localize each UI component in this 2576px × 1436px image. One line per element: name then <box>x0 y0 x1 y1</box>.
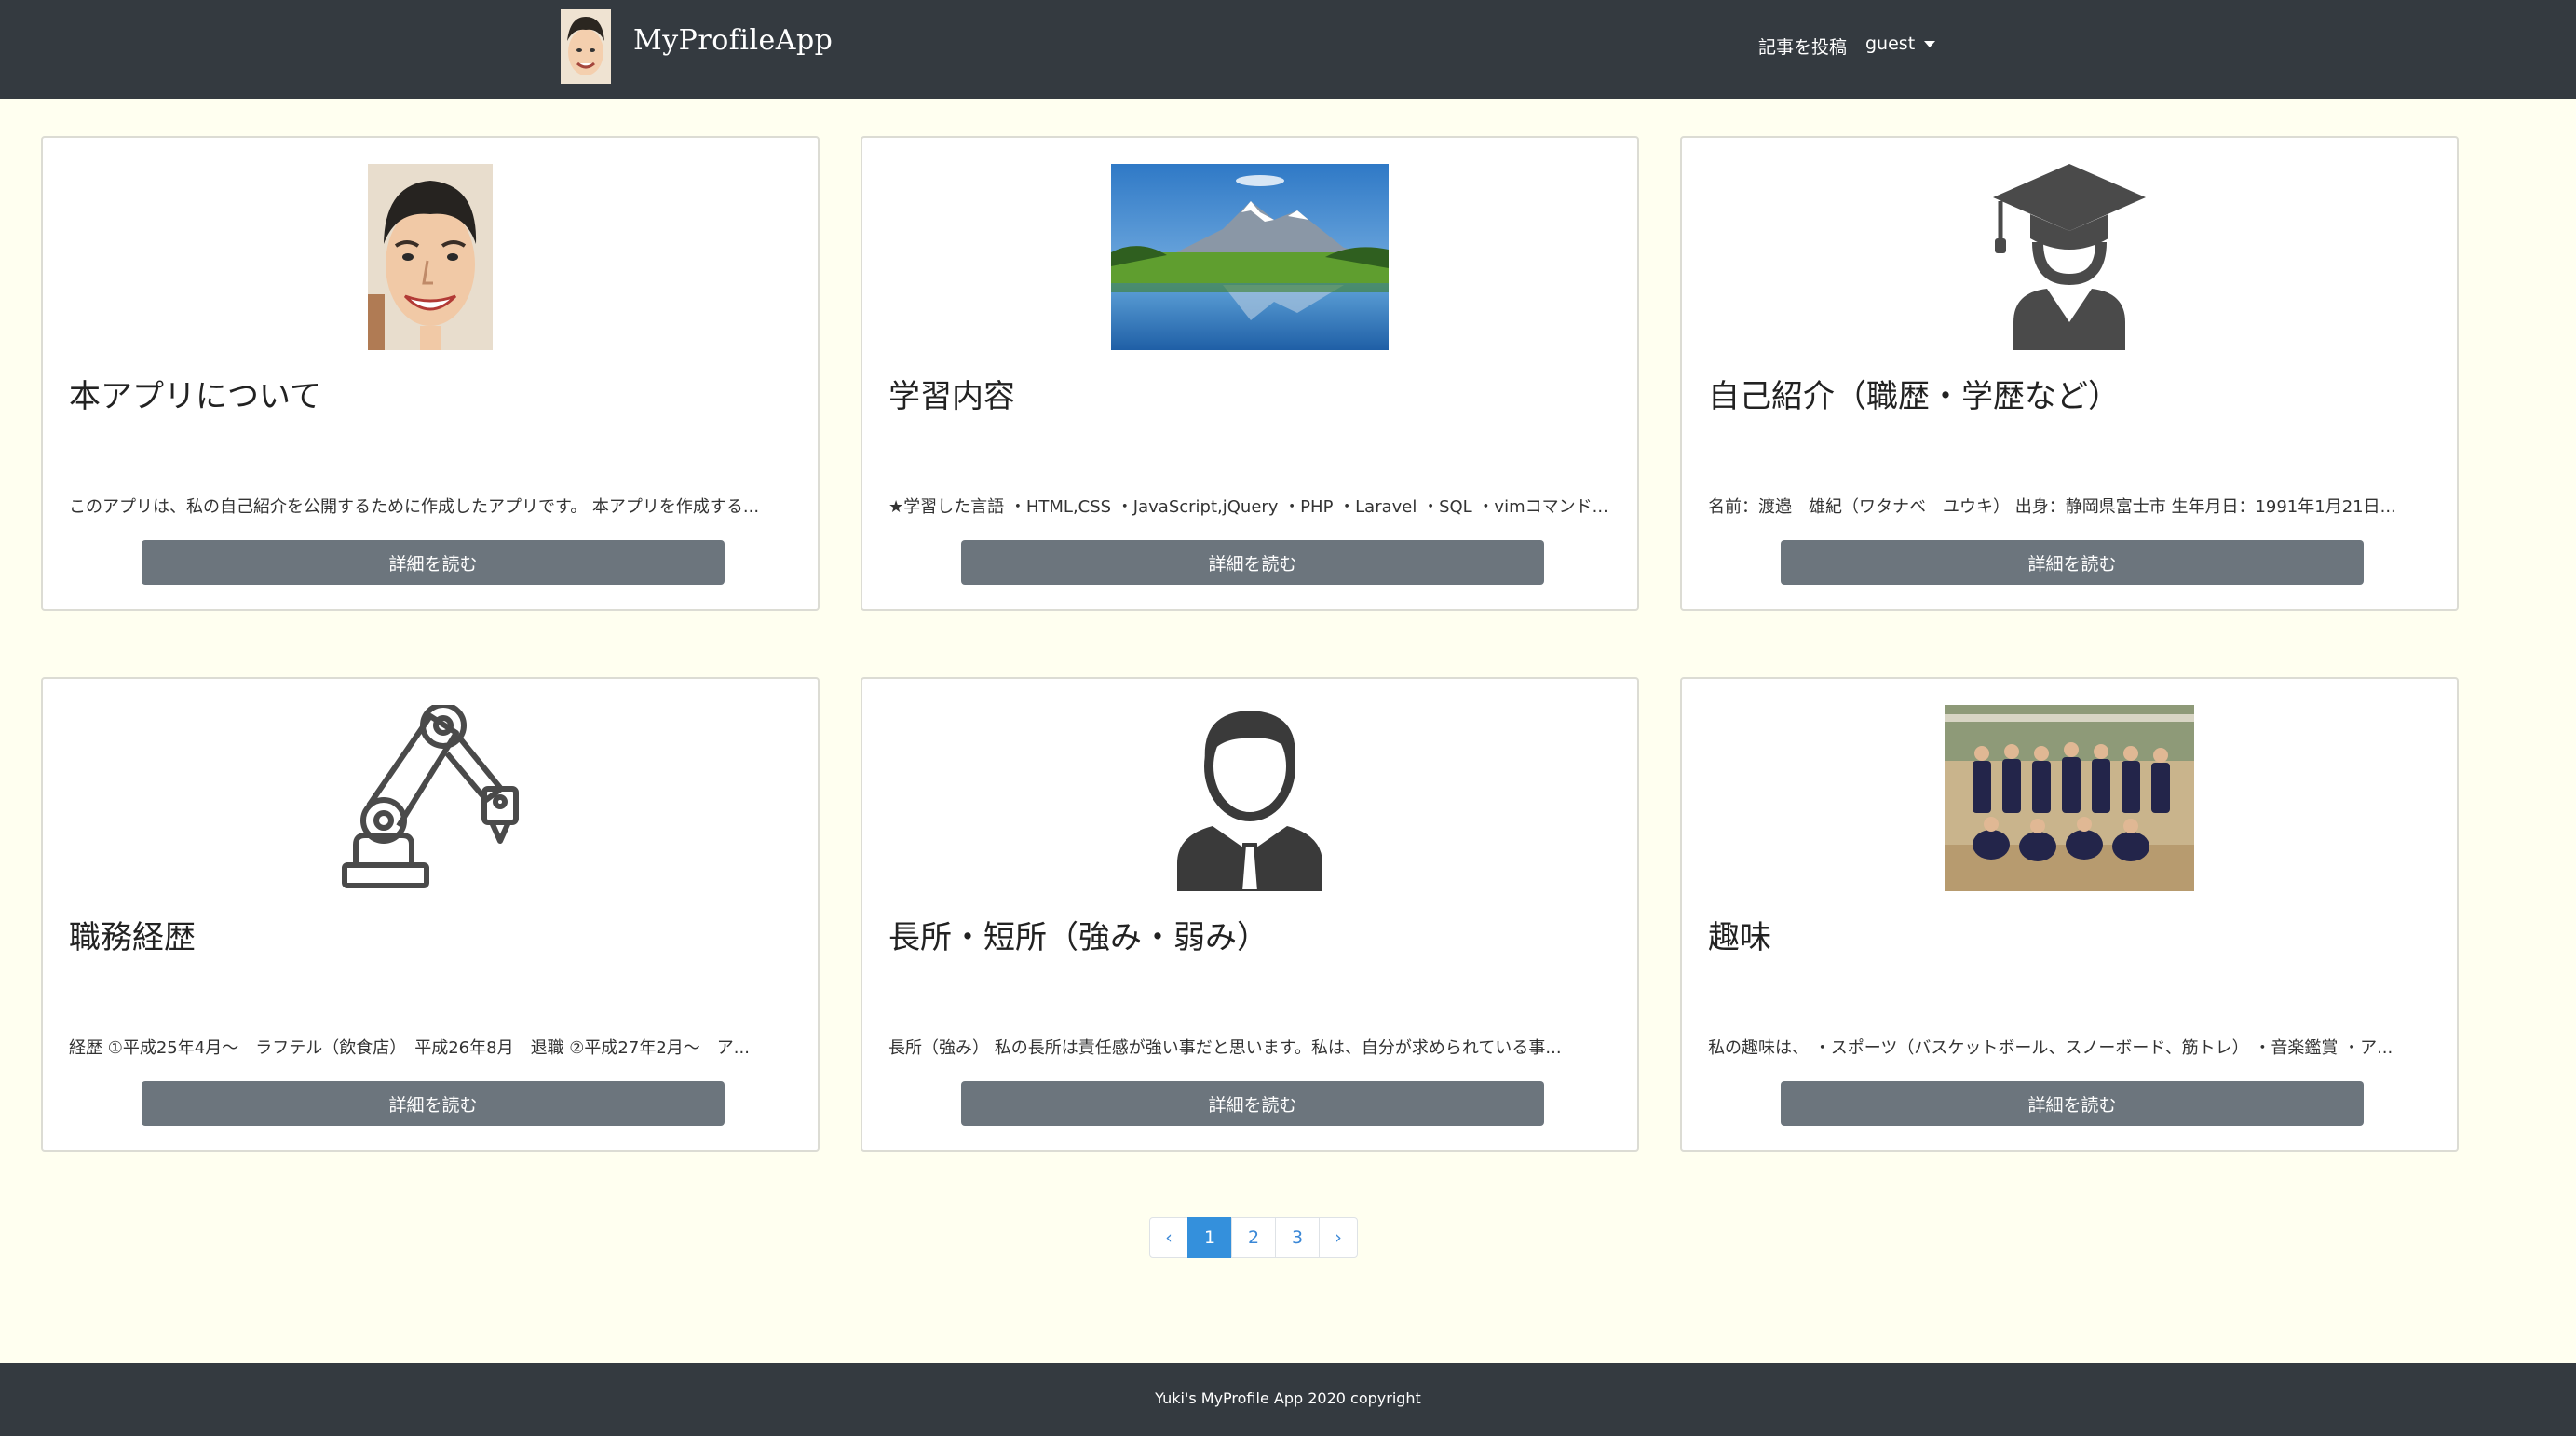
businessman-icon <box>1177 711 1322 891</box>
caret-down-icon <box>1924 41 1936 47</box>
read-more-button[interactable]: 詳細を読む <box>142 1081 725 1126</box>
pagination: ‹ 1 2 3 › <box>1149 1217 1358 1258</box>
card-title: 学習内容 <box>888 378 1015 415</box>
article-card: 自己紹介（職歴・学歴など） 名前：渡邉 雄紀（ワタナベ ユウキ） 出身：静岡県富… <box>1680 136 2459 611</box>
footer: Yuki's MyProfile App 2020 copyright <box>0 1363 2576 1436</box>
pagination-prev-button[interactable]: ‹ <box>1149 1217 1188 1258</box>
article-card: 本アプリについて このアプリは、私の自己紹介を公開するために作成したアプリです。… <box>41 136 820 611</box>
read-more-button[interactable]: 詳細を読む <box>961 540 1544 585</box>
read-more-button[interactable]: 詳細を読む <box>1781 540 2364 585</box>
pagination-next-button[interactable]: › <box>1319 1217 1358 1258</box>
user-menu-label: guest <box>1865 34 1916 54</box>
user-menu-dropdown[interactable]: guest <box>1865 34 1936 54</box>
robot-arm-icon <box>342 705 519 888</box>
mountain-lake-photo <box>1111 164 1389 350</box>
card-excerpt: 私の趣味は、 ・スポーツ（バスケットボール、スノーボード、筋トレ） ・音楽鑑賞 … <box>1708 1038 2393 1058</box>
article-card: 長所・短所（強み・弱み） 長所（強み） 私の長所は責任感が強い事だと思います。私… <box>861 677 1639 1152</box>
graduate-icon <box>1993 164 2146 350</box>
navbar: MyProfileApp 記事を投稿 guest <box>0 0 2576 99</box>
article-card: 学習内容 ★学習した言語 ・HTML,CSS ・JavaScript,jQuer… <box>861 136 1639 611</box>
read-more-button[interactable]: 詳細を読む <box>142 540 725 585</box>
read-more-button[interactable]: 詳細を読む <box>1781 1081 2364 1126</box>
card-excerpt: このアプリは、私の自己紹介を公開するために作成したアプリです。 本アプリを作成す… <box>69 497 760 517</box>
pagination-page-3[interactable]: 3 <box>1275 1217 1320 1258</box>
pagination-page-2[interactable]: 2 <box>1231 1217 1276 1258</box>
brand-avatar[interactable] <box>561 9 611 84</box>
card-excerpt: 長所（強み） 私の長所は責任感が強い事だと思います。私は、自分が求められている事… <box>888 1038 1562 1058</box>
portrait-illustration <box>368 164 493 350</box>
card-title: 長所・短所（強み・弱み） <box>888 919 1268 956</box>
read-more-button[interactable]: 詳細を読む <box>961 1081 1544 1126</box>
basketball-team-photo <box>1945 705 2194 891</box>
footer-copyright: Yuki's MyProfile App 2020 copyright <box>1155 1389 1421 1407</box>
article-card: 趣味 私の趣味は、 ・スポーツ（バスケットボール、スノーボード、筋トレ） ・音楽… <box>1680 677 2459 1152</box>
pagination-page-1[interactable]: 1 <box>1187 1217 1232 1258</box>
brand-name[interactable]: MyProfileApp <box>633 24 833 57</box>
card-title: 職務経歴 <box>69 919 196 956</box>
card-title: 本アプリについて <box>69 378 321 415</box>
card-excerpt: ★学習した言語 ・HTML,CSS ・JavaScript,jQuery ・PH… <box>888 497 1608 517</box>
card-excerpt: 名前：渡邉 雄紀（ワタナベ ユウキ） 出身：静岡県富士市 生年月日：1991年1… <box>1708 497 2396 517</box>
card-excerpt: 経歴 ①平成25年4月〜 ラフテル（飲食店） 平成26年8月 退職 ②平成27年… <box>69 1038 750 1058</box>
post-article-link[interactable]: 記事を投稿 <box>1758 34 1847 59</box>
article-card: 職務経歴 経歴 ①平成25年4月〜 ラフテル（飲食店） 平成26年8月 退職 ②… <box>41 677 820 1152</box>
card-title: 趣味 <box>1708 919 1771 956</box>
card-title: 自己紹介（職歴・学歴など） <box>1708 378 2120 415</box>
